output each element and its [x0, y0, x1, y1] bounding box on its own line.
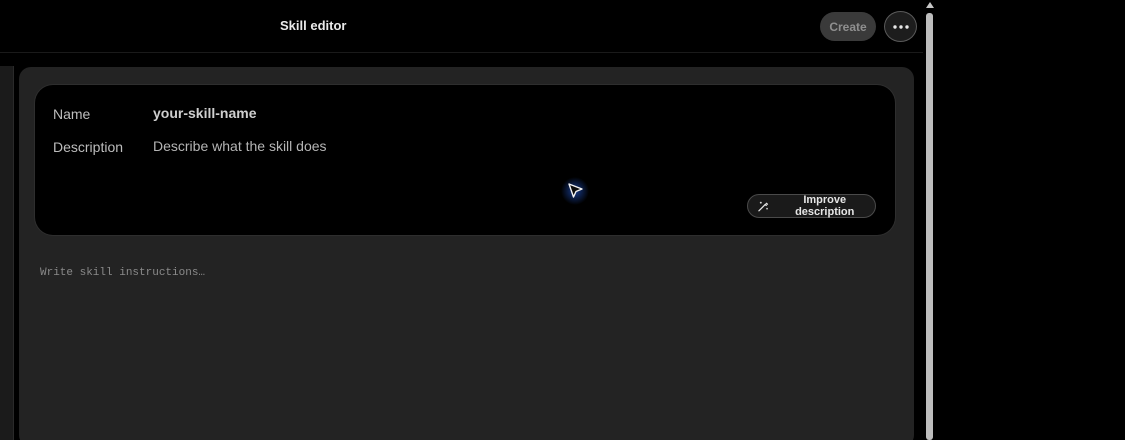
improve-description-button[interactable]: Improve description: [747, 194, 876, 218]
left-sidebar-edge: [0, 66, 14, 440]
skill-metadata-card: Name your-skill-name Description Describ…: [35, 85, 895, 235]
mouse-cursor-icon: [561, 177, 589, 205]
name-label: Name: [53, 106, 91, 122]
improve-description-label: Improve description: [795, 194, 855, 218]
instructions-editor[interactable]: Write skill instructions…: [40, 267, 205, 279]
header-bar: Skill editor Create: [0, 0, 923, 53]
skill-editor-window: Skill editor Create Name your-skill-name…: [0, 0, 1125, 440]
scrollbar-thumb[interactable]: [926, 13, 933, 440]
page-title: Skill editor: [280, 18, 347, 33]
editor-panel: Name your-skill-name Description Describ…: [19, 67, 914, 440]
description-input[interactable]: Describe what the skill does: [153, 138, 327, 154]
scroll-up-arrow-icon[interactable]: [926, 2, 934, 8]
more-horizontal-icon: [892, 24, 909, 29]
skill-name-input[interactable]: your-skill-name: [153, 105, 256, 121]
description-label: Description: [53, 139, 124, 155]
create-button[interactable]: Create: [820, 12, 876, 41]
more-options-button[interactable]: [884, 11, 917, 42]
magic-wand-icon: [758, 201, 769, 211]
vertical-scrollbar[interactable]: [923, 0, 936, 440]
